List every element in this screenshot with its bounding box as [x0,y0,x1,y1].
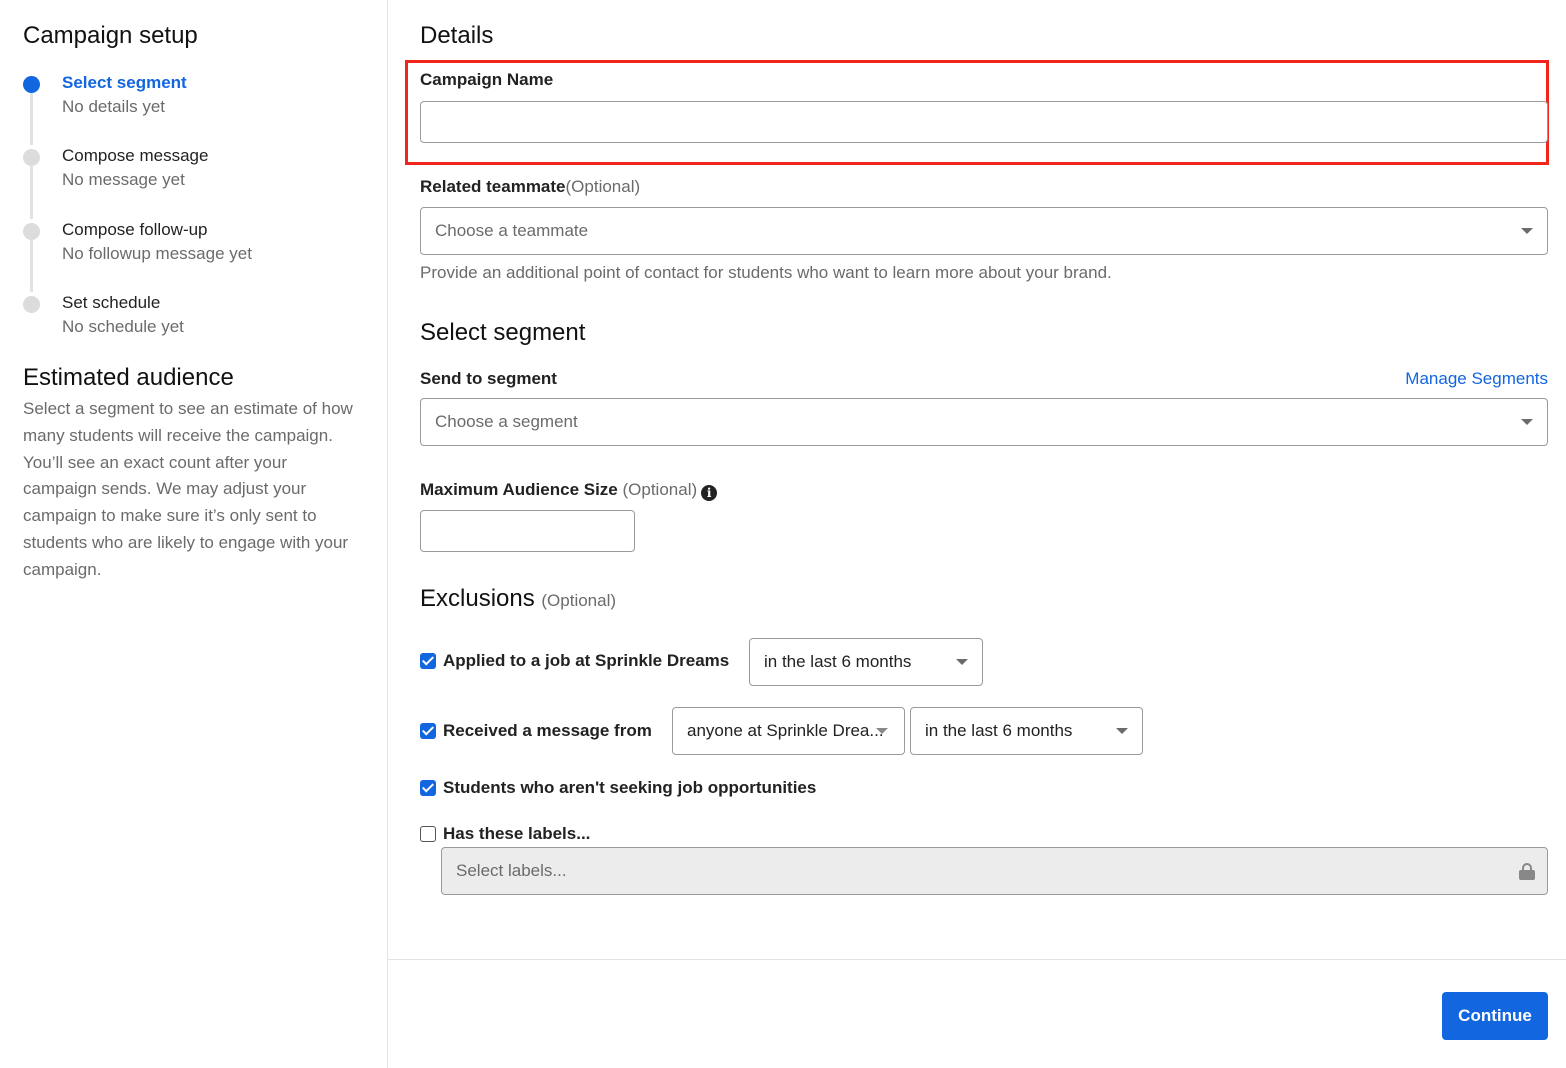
footer-divider [388,959,1566,960]
main-panel: Details Campaign Name Related teammate(O… [388,0,1566,1068]
audience-title: Estimated audience [23,364,234,391]
chevron-down-icon [1521,419,1533,425]
received-checkbox[interactable] [420,723,436,739]
step-label: Select segment [62,73,187,92]
step-compose-follow-up[interactable]: Compose follow-up No followup message ye… [23,220,363,268]
exclusions-heading: Exclusions (Optional) [420,585,616,613]
applied-label: Applied to a job at Sprinkle Dreams [443,651,730,670]
step-dot-icon [23,296,40,313]
select-segment-heading: Select segment [420,319,586,346]
chevron-down-icon [1521,228,1533,234]
step-label: Compose message [62,146,209,165]
step-set-schedule[interactable]: Set schedule No schedule yet [23,293,363,341]
exclusions-title: Exclusions [420,585,535,612]
teammate-helper-text: Provide an additional point of contact f… [420,263,1112,282]
labels-checkbox[interactable] [420,826,436,842]
teammate-select-placeholder: Choose a teammate [435,221,589,240]
step-dot-icon [23,223,40,240]
continue-button[interactable]: Continue [1442,992,1548,1040]
step-active-dot-icon [23,76,40,93]
segment-select-placeholder: Choose a segment [435,412,578,431]
sidebar: Campaign setup Select segment No details… [0,0,388,1068]
send-to-segment-label: Send to segment [420,369,557,388]
applied-period-select[interactable]: in the last 6 months [749,638,983,686]
details-heading: Details [420,22,494,49]
applied-checkbox[interactable] [420,653,436,669]
sender-value: anyone at Sprinkle Drea... [687,721,884,740]
manage-segments-link[interactable]: Manage Segments [1405,369,1548,389]
labels-select: Select labels... [441,847,1548,895]
step-status: No schedule yet [62,317,184,336]
step-label: Compose follow-up [62,220,208,239]
received-period-select[interactable]: in the last 6 months [910,707,1143,755]
optional-tag: (Optional) [565,177,641,196]
campaign-name-input[interactable] [420,101,1548,143]
chevron-down-icon [956,659,968,665]
chevron-down-icon [876,728,888,734]
applied-period-value: in the last 6 months [764,652,912,671]
step-status: No followup message yet [62,244,252,263]
optional-tag: (Optional) [622,480,698,499]
info-icon[interactable]: i [701,485,718,501]
optional-tag: (Optional) [541,591,617,610]
received-label: Received a message from [443,721,652,740]
max-audience-label: Maximum Audience Size (Optional) i [420,480,718,501]
labels-label: Has these labels... [443,824,591,843]
lock-icon [1519,863,1535,880]
related-teammate-label: Related teammate(Optional) [420,177,640,197]
related-teammate-label-text: Related teammate [420,177,566,196]
sidebar-title: Campaign setup [23,22,198,49]
step-status: No message yet [62,170,185,189]
step-select-segment[interactable]: Select segment No details yet [23,73,363,121]
step-compose-message[interactable]: Compose message No message yet [23,146,363,194]
campaign-name-label: Campaign Name [420,70,554,89]
max-audience-label-text: Maximum Audience Size [420,480,618,499]
chevron-down-icon [1116,728,1128,734]
segment-select[interactable]: Choose a segment [420,398,1548,446]
step-dot-icon [23,149,40,166]
sender-select[interactable]: anyone at Sprinkle Drea... [672,707,905,755]
step-label: Set schedule [62,293,161,312]
labels-select-placeholder: Select labels... [456,861,567,880]
max-audience-input[interactable] [420,510,635,552]
not-seeking-checkbox[interactable] [420,780,436,796]
audience-description: Select a segment to see an estimate of h… [23,399,353,579]
step-status: No details yet [62,97,165,116]
received-period-value: in the last 6 months [925,721,1073,740]
not-seeking-label: Students who aren't seeking job opportun… [443,778,817,797]
teammate-select[interactable]: Choose a teammate [420,207,1548,255]
